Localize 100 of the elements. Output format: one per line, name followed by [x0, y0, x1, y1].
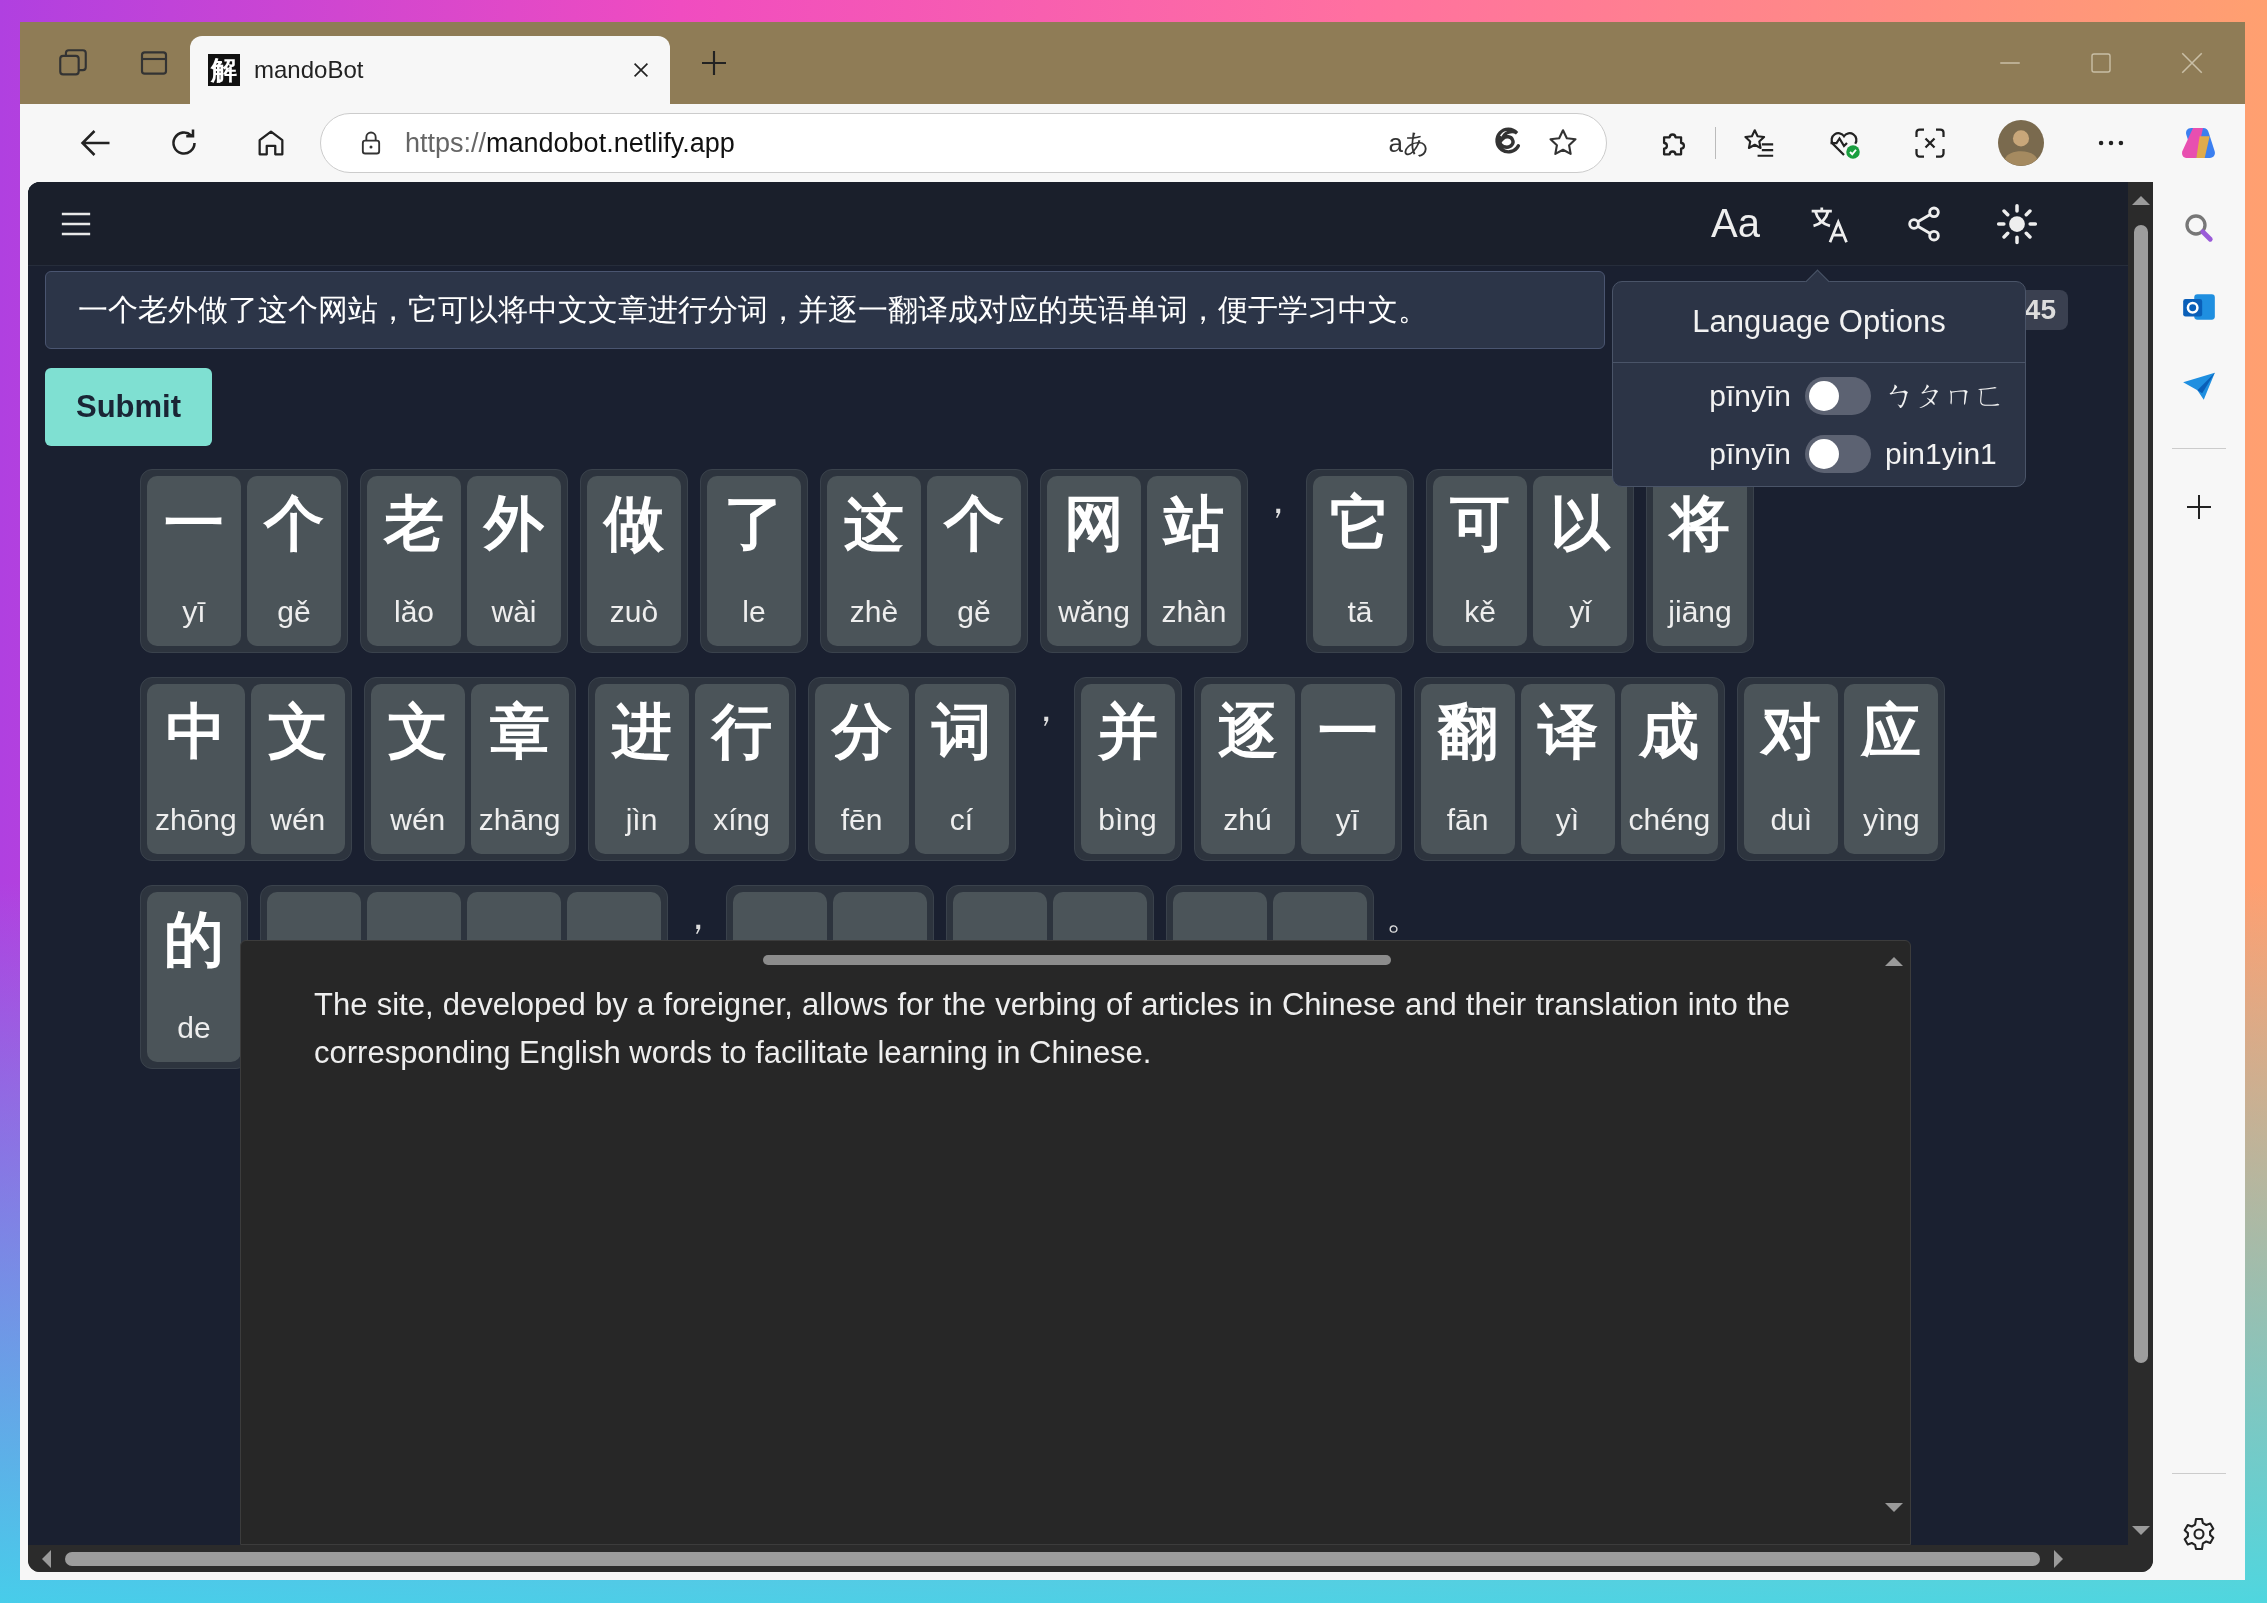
word-card[interactable]: 站 zhàn — [1147, 476, 1241, 646]
scroll-left-icon[interactable] — [42, 1549, 51, 1568]
pinyin: yǐ — [1569, 594, 1591, 630]
url-text: https://mandobot.netlify.app — [405, 127, 735, 159]
hanzi: 的 — [164, 905, 224, 975]
scroll-up-icon[interactable] — [1885, 957, 1903, 966]
hanzi: 以 — [1550, 489, 1610, 559]
submit-button[interactable]: Submit — [45, 368, 212, 446]
word-card[interactable]: 逐 zhú — [1200, 684, 1295, 854]
word-card[interactable]: 译 yì — [1520, 684, 1615, 854]
favorites-icon[interactable] — [1742, 126, 1776, 160]
hanzi: 老 — [384, 489, 444, 559]
pinyin: yì — [1555, 802, 1580, 838]
pinyin: gě — [277, 594, 311, 630]
hanzi: 了 — [724, 489, 784, 559]
word-card[interactable]: 翻 fān — [1420, 684, 1515, 854]
pinyin: wài — [491, 594, 537, 630]
translate-button[interactable]: aあ — [1388, 125, 1430, 161]
word-card[interactable]: 文 wén — [370, 684, 465, 854]
word-card[interactable]: 个 gě — [247, 476, 341, 646]
word-card[interactable]: 一 yī — [1300, 684, 1395, 854]
hanzi: 进 — [611, 697, 672, 767]
tab-title: mandoBot — [254, 56, 365, 84]
pinyin: bìng — [1098, 802, 1157, 838]
font-size-button[interactable]: Aa — [1711, 201, 1760, 246]
toggle-switch[interactable] — [1805, 435, 1871, 473]
word-card[interactable]: 成 chéng — [1620, 684, 1719, 854]
hanzi: 这 — [844, 489, 904, 559]
punctuation: ， — [1260, 483, 1294, 519]
pinyin: jìn — [625, 802, 658, 838]
hanzi: 站 — [1164, 489, 1224, 559]
word-card[interactable]: 对 duì — [1744, 684, 1839, 854]
word-card[interactable]: 行 xíng — [694, 684, 789, 854]
hanzi: 分 — [831, 697, 892, 767]
scroll-down-icon[interactable] — [1885, 1503, 1903, 1512]
pinyin: yī — [182, 594, 206, 630]
word-card[interactable]: 一 yī — [147, 476, 241, 646]
word-card[interactable]: 外 wài — [467, 476, 561, 646]
toggle-switch[interactable] — [1805, 377, 1871, 415]
pinyin: fēn — [840, 802, 883, 838]
option-label: pin1yin1 — [1885, 437, 1997, 471]
hanzi: 中 — [165, 697, 226, 767]
address-field[interactable]: https://mandobot.netlify.app aあ — [320, 113, 1607, 173]
word-card[interactable]: 进 jìn — [594, 684, 689, 854]
profile-avatar[interactable] — [1998, 120, 2044, 166]
word-card[interactable]: 文 wén — [250, 684, 345, 854]
hanzi: 外 — [484, 489, 544, 559]
word-card[interactable]: 它 tā — [1313, 476, 1407, 646]
scroll-thumb[interactable] — [65, 1551, 2040, 1566]
pinyin: wén — [390, 802, 446, 838]
pinyin: yī — [1335, 802, 1360, 838]
text-input[interactable]: 一个老外做了这个网站，它可以将中文文章进行分词，并逐一翻译成对应的英语单词，便于学习中文。 — [45, 271, 1605, 349]
hanzi: 一 — [164, 489, 224, 559]
hanzi: 可 — [1450, 489, 1510, 559]
hanzi: 翻 — [1437, 697, 1498, 767]
word-card[interactable]: 分 fēn — [814, 684, 909, 854]
hanzi: 一 — [1317, 697, 1378, 767]
word-card[interactable]: 老 lǎo — [367, 476, 461, 646]
pinyin: gě — [957, 594, 991, 630]
option-label: ㄅㄆㄇㄈ — [1885, 377, 2005, 414]
pinyin: de — [177, 1010, 211, 1046]
word-card[interactable]: 的 de — [147, 892, 241, 1062]
word-card[interactable]: 个 gě — [927, 476, 1021, 646]
scroll-thumb[interactable] — [763, 955, 1391, 965]
word-card[interactable]: 章 zhāng — [470, 684, 569, 854]
hanzi: 译 — [1537, 697, 1598, 767]
sun-icon[interactable] — [1996, 202, 2038, 245]
word-card[interactable]: 词 cí — [914, 684, 1009, 854]
pinyin: zhàn — [1161, 594, 1227, 630]
word-card[interactable]: 了 le — [707, 476, 801, 646]
pinyin: jiāng — [1668, 594, 1732, 630]
option-label: pīnyīn — [1708, 437, 1791, 471]
hanzi: 文 — [387, 697, 448, 767]
word-card[interactable]: 做 zuò — [587, 476, 681, 646]
browser-tab[interactable]: 解 mandoBot — [190, 36, 670, 104]
hanzi: 文 — [267, 697, 328, 767]
settings-icon[interactable] — [2181, 1516, 2217, 1552]
word-card[interactable]: 以 yǐ — [1533, 476, 1627, 646]
screenshot-icon[interactable] — [1912, 125, 1948, 161]
pinyin: yìng — [1862, 802, 1920, 838]
pinyin: zhāng — [478, 802, 561, 838]
hanzi: 行 — [711, 697, 772, 767]
hanzi: 做 — [604, 489, 664, 559]
pinyin: kě — [1464, 594, 1496, 630]
word-card[interactable]: 应 yìng — [1844, 684, 1939, 854]
word-card[interactable]: 中 zhōng — [147, 684, 245, 854]
pinyin: wén — [270, 802, 326, 838]
pinyin: cí — [949, 802, 974, 838]
scroll-right-icon[interactable] — [2054, 1549, 2063, 1568]
punctuation: ， — [1027, 691, 1062, 727]
scroll-thumb[interactable] — [2133, 225, 2148, 1363]
word-card[interactable]: 这 zhè — [827, 476, 921, 646]
word-card[interactable]: 网 wǎng — [1047, 476, 1141, 646]
pinyin: wǎng — [1058, 594, 1130, 630]
word-card[interactable]: 可 kě — [1433, 476, 1527, 646]
punctuation: ， — [680, 899, 714, 935]
punctuation: 。 — [1386, 899, 1420, 935]
word-card[interactable]: 并 bìng — [1080, 684, 1175, 854]
pinyin: xíng — [713, 802, 770, 838]
hanzi: 网 — [1064, 489, 1124, 559]
